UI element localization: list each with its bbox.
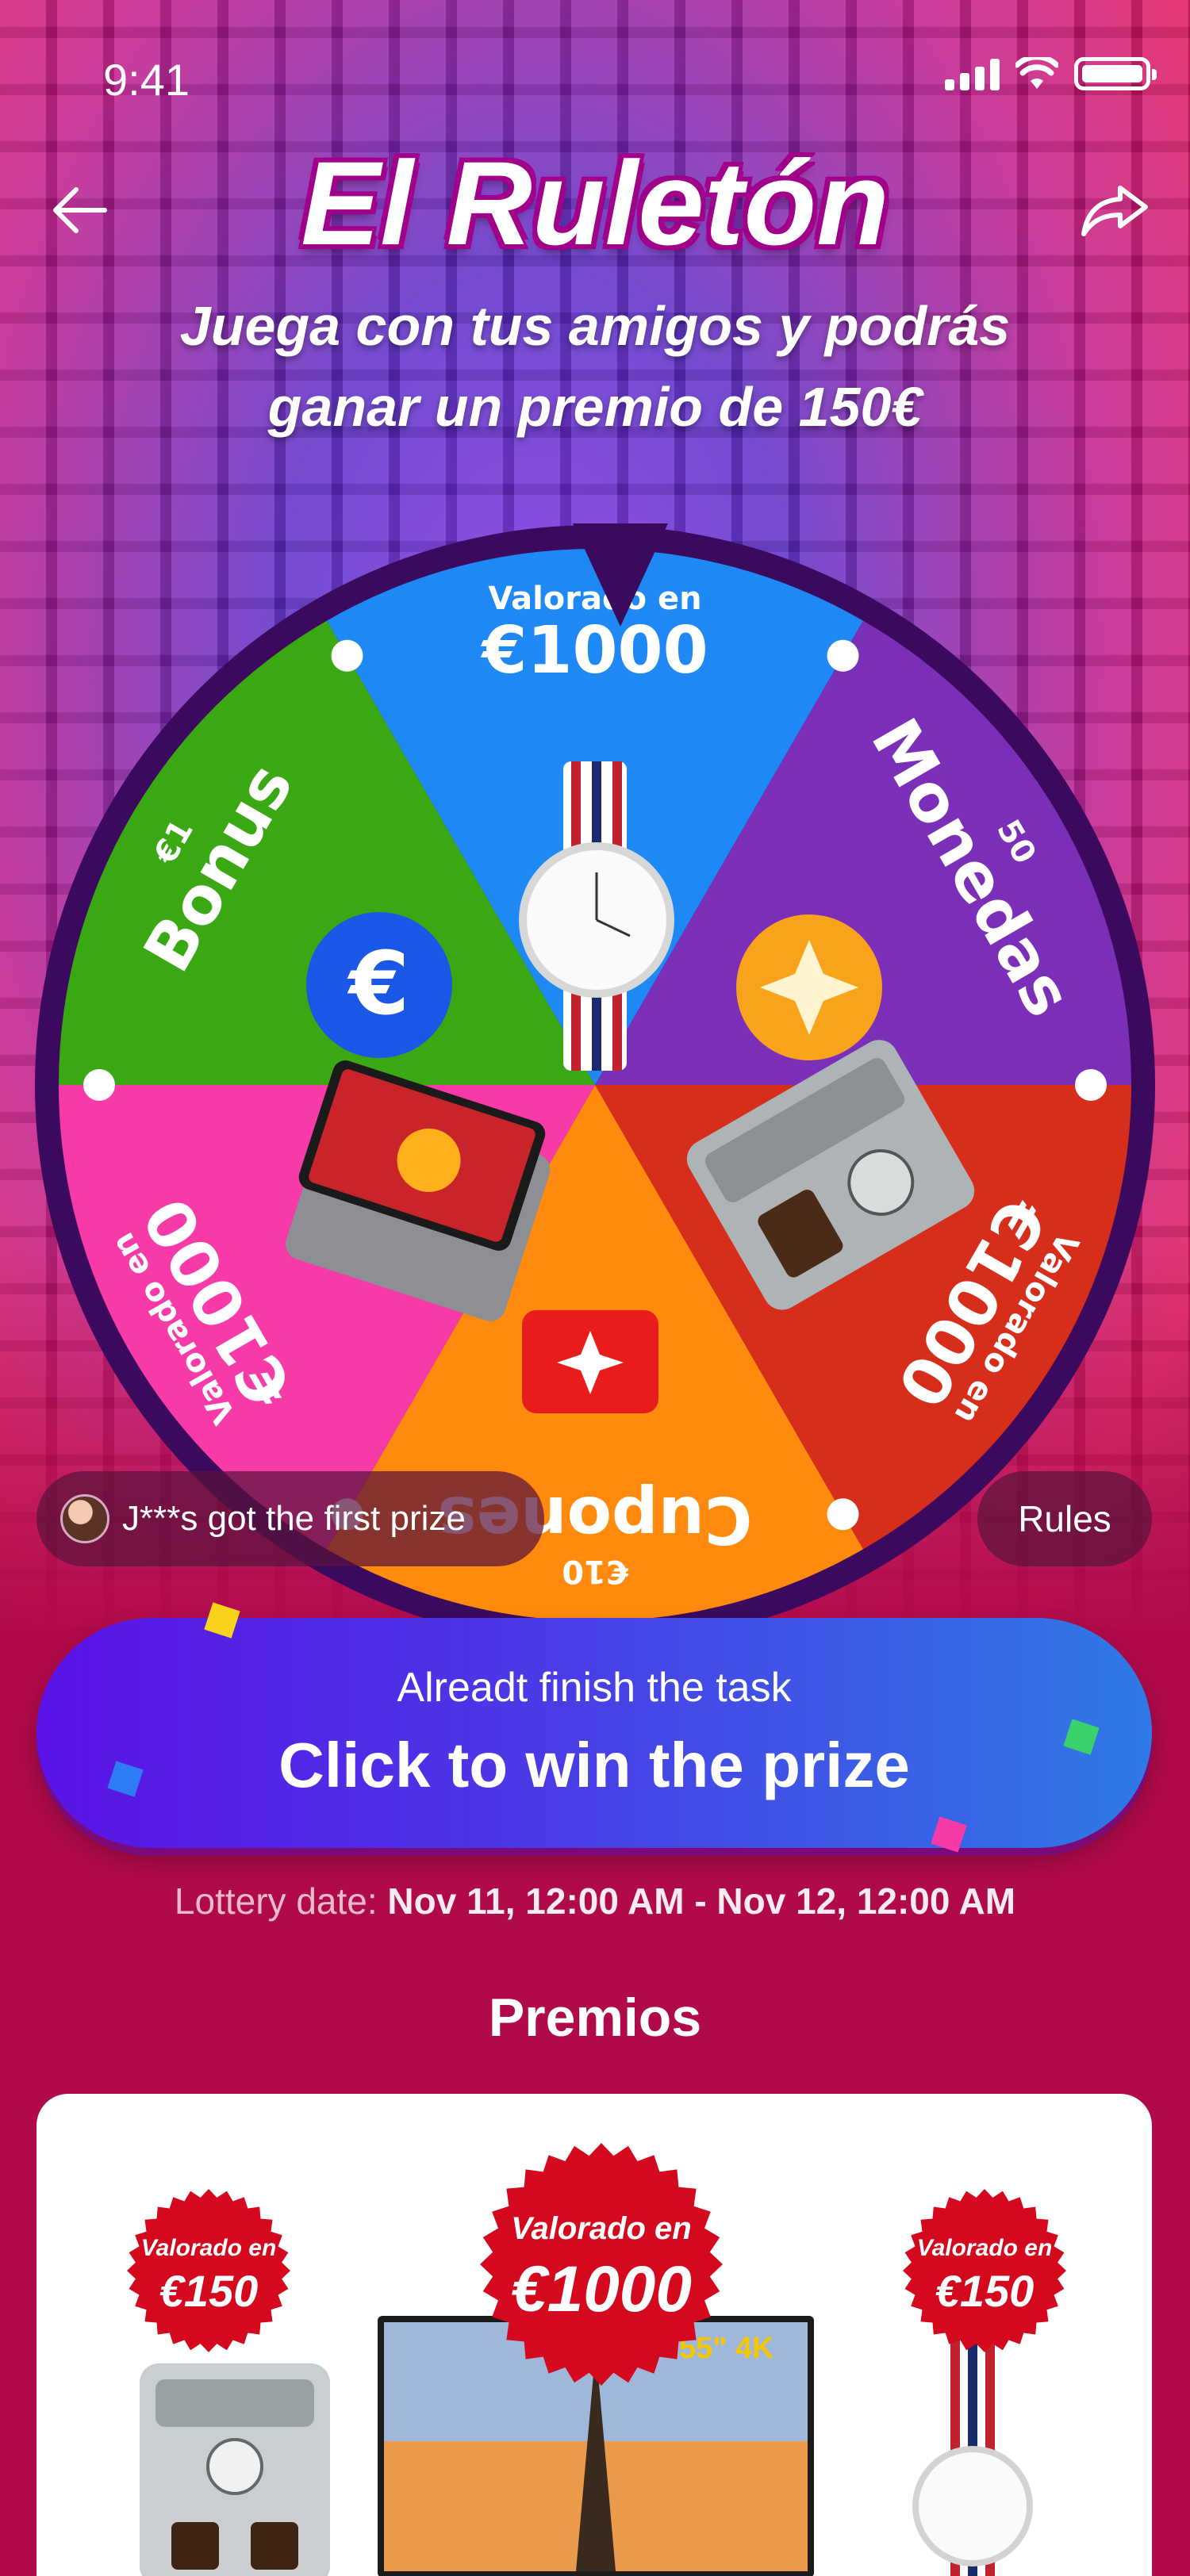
page-title: El Ruletón — [301, 136, 889, 270]
badge-line-1: Valorado en — [511, 2211, 692, 2246]
subtitle-line-1: Juega con tus amigos y podrás — [179, 295, 1011, 357]
star-coin-icon — [736, 914, 882, 1060]
lottery-date-label: Lottery date: — [174, 1880, 388, 1922]
badge-line-1: Valorado en — [140, 2235, 277, 2261]
wheel-divider-dot — [827, 639, 859, 672]
status-icons — [945, 57, 1157, 90]
badge-line-2: €1000 — [510, 2253, 693, 2325]
rules-button[interactable]: Rules — [977, 1471, 1152, 1566]
svg-text:€: € — [347, 933, 410, 1034]
wheel-divider-dot — [83, 1069, 115, 1101]
subtitle-line-2: ganar un premio de 150€ — [267, 376, 923, 438]
wheel-label-line-1: Valorado en — [488, 581, 701, 617]
wheel-label-watch: Valorado en€1000 — [480, 581, 708, 688]
wifi-icon — [1015, 57, 1058, 89]
euro-coin-icon: € — [306, 912, 452, 1058]
winner-ticker: J***s got the first prize — [36, 1471, 544, 1566]
cta-subtitle: Alreadt finish the task — [397, 1665, 792, 1711]
ticker-text: J***s got the first prize — [122, 1499, 466, 1538]
cta-label: Click to win the prize — [278, 1730, 910, 1800]
wheel-divider-dot — [1075, 1069, 1107, 1101]
watch-image — [912, 2332, 1033, 2576]
badge-line-1: Valorado en — [916, 2235, 1053, 2261]
prize-badge-main: Valorado en €1000 — [478, 2141, 724, 2387]
badge-line-2: €150 — [935, 2266, 1035, 2316]
badge-line-2: €150 — [159, 2266, 259, 2316]
prize-badge: Valorado en €150 — [125, 2187, 292, 2354]
battery-icon — [1074, 57, 1157, 90]
coffee-machine-image — [140, 2363, 330, 2576]
prizes-card: 55" 4K Valorado en €150 Valorado en €100… — [36, 2094, 1152, 2576]
win-prize-button[interactable]: Alreadt finish the task Click to win the… — [36, 1618, 1152, 1848]
wheel-label-line-1: €10 — [562, 1553, 629, 1589]
prize-badge: Valorado en €150 — [901, 2187, 1068, 2354]
premios-title: Premios — [488, 1988, 702, 2048]
wheel-label-line-2: €1000 — [480, 613, 708, 688]
lottery-date-value: Nov 11, 12:00 AM - Nov 12, 12:00 AM — [387, 1880, 1016, 1922]
coupon-ticket-icon — [522, 1310, 658, 1413]
wheel-divider-dot — [827, 1498, 859, 1531]
page-subtitle: Juega con tus amigos y podrás ganar un p… — [0, 286, 1190, 447]
avatar — [60, 1494, 109, 1543]
wheel-divider-dot — [331, 639, 363, 672]
status-time: 9:41 — [103, 55, 190, 105]
lottery-date: Lottery date: Nov 11, 12:00 AM - Nov 12,… — [0, 1880, 1190, 1922]
cellular-signal-icon — [945, 59, 1000, 90]
